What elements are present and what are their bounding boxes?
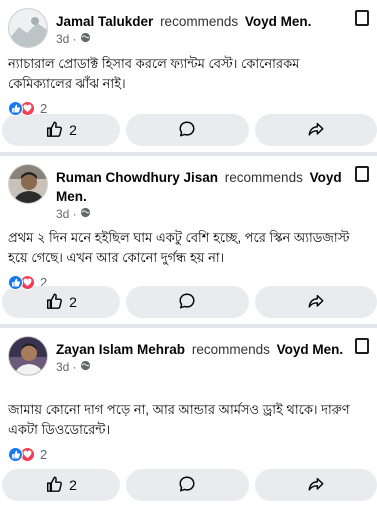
share-button[interactable] [254,286,377,318]
like-reaction-icon [8,274,23,290]
post-time[interactable]: 3d · [56,31,77,47]
thumbs-up-icon [45,120,63,141]
post-text: জামায় কোনো দাগ পড়ে না, আর আন্ডার আর্মস… [8,402,350,437]
comment-icon [178,120,196,141]
recommends-text: recommends [160,14,239,29]
post-header: Zayan Islam Mehrab recommends Voyd Men. … [0,328,377,382]
comment-button[interactable] [126,114,249,146]
post-card: Jamal Talukder recommends Voyd Men. 3d ·… [0,0,377,152]
share-button[interactable] [254,114,377,146]
recommends-text: recommends [191,342,270,357]
globe-icon [80,31,91,47]
post-card: Ruman Chowdhury Jisan recommends Voyd Me… [0,156,377,324]
thumbs-up-icon [45,292,63,313]
share-icon [307,292,325,313]
post-meta: 3d · [56,359,347,375]
post-actions: 2 [2,469,377,501]
post-text: ন্যাচারাল প্রোডাক্ট হিসাব করলে ফ্যান্টম … [8,56,300,91]
comment-icon [178,292,196,313]
page-name[interactable]: Voyd Men. [245,14,312,29]
author-name[interactable]: Ruman Chowdhury Jisan [56,170,218,185]
avatar[interactable] [8,164,48,204]
post-options-icon[interactable] [355,166,369,182]
like-button[interactable]: 2 [2,286,120,318]
avatar[interactable] [8,336,48,376]
reactions-summary[interactable]: 2 [0,444,377,464]
like-button[interactable]: 2 [2,469,120,501]
recommendations-feed: Jamal Talukder recommends Voyd Men. 3d ·… [0,0,377,507]
post-header-text: Ruman Chowdhury Jisan recommends Voyd Me… [56,168,347,222]
recommends-text: recommends [224,170,303,185]
post-meta: 3d · [56,206,347,222]
post-options-icon[interactable] [355,338,369,354]
like-reaction-icon [8,446,23,462]
like-count: 2 [69,122,77,138]
share-icon [307,475,325,496]
avatar[interactable] [8,8,48,48]
post-header: Jamal Talukder recommends Voyd Men. 3d · [0,0,377,54]
comment-button[interactable] [126,469,249,501]
post-meta: 3d · [56,31,347,47]
globe-icon [80,206,91,222]
post-time[interactable]: 3d · [56,206,77,222]
post-time[interactable]: 3d · [56,359,77,375]
post-header-text: Zayan Islam Mehrab recommends Voyd Men. … [56,340,347,375]
post-text: প্রথম ২ দিন মনে হইছিল ঘাম একটু বেশি হচ্ছ… [8,230,350,265]
post-options-icon[interactable] [355,10,369,26]
post-header-text: Jamal Talukder recommends Voyd Men. 3d · [56,12,347,47]
share-button[interactable] [254,469,377,501]
post-card: Zayan Islam Mehrab recommends Voyd Men. … [0,328,377,507]
reaction-count: 2 [40,446,48,462]
author-name[interactable]: Jamal Talukder [56,14,153,29]
post-actions: 2 [2,286,377,318]
globe-icon [80,359,91,375]
like-count: 2 [69,477,77,493]
comment-button[interactable] [126,286,249,318]
comment-icon [178,475,196,496]
page-name[interactable]: Voyd Men. [277,342,344,357]
author-name[interactable]: Zayan Islam Mehrab [56,342,185,357]
like-button[interactable]: 2 [2,114,120,146]
share-icon [307,120,325,141]
post-actions: 2 [2,114,377,146]
like-reaction-icon [8,100,23,116]
like-count: 2 [69,294,77,310]
thumbs-up-icon [45,475,63,496]
post-header: Ruman Chowdhury Jisan recommends Voyd Me… [0,156,377,221]
